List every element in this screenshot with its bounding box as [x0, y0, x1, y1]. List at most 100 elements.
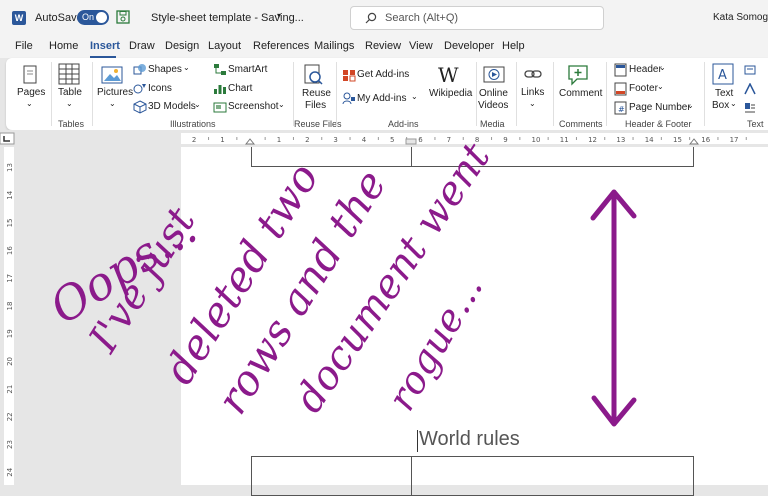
links-button[interactable]: Links	[521, 87, 544, 98]
menu-layout[interactable]: Layout	[208, 40, 241, 52]
pages-button[interactable]: Pages	[17, 87, 45, 98]
screenshot-icon	[213, 102, 227, 113]
pictures-chevron-down-icon[interactable]: ⌄	[109, 99, 116, 108]
table-cell[interactable]	[251, 456, 412, 496]
vertical-ruler-number: 15	[6, 218, 14, 227]
page-number-button[interactable]: Page Number	[629, 102, 691, 113]
ruler-number: 13	[616, 136, 625, 144]
text-box-chevron-down-icon[interactable]: ⌄	[730, 99, 737, 108]
user-name[interactable]: Kata Somogyi	[713, 12, 768, 23]
links-chevron-down-icon[interactable]: ⌄	[529, 99, 536, 108]
toggle-knob	[96, 12, 107, 23]
autosave-label: AutoSave	[35, 12, 83, 24]
screenshot-button[interactable]: Screenshot	[228, 101, 279, 112]
svg-text:#: #	[618, 105, 625, 114]
comment-icon	[568, 65, 588, 86]
menu-home[interactable]: Home	[49, 40, 78, 52]
menu-bar: File Home Insert Draw Design Layout Refe…	[0, 36, 768, 58]
menu-view[interactable]: View	[409, 40, 433, 52]
menu-references[interactable]: References	[253, 40, 309, 52]
search-box[interactable]: Search (Alt+Q)	[350, 6, 604, 30]
online-videos-icon	[483, 66, 505, 83]
group-label-tables: Tables	[58, 119, 85, 129]
get-addins-button[interactable]: Get Add-ins	[357, 69, 409, 80]
ruler-number: 8	[475, 136, 479, 144]
group-label-addins: Add-ins	[388, 119, 419, 129]
ruler-number: 4	[362, 136, 367, 144]
shapes-button[interactable]: Shapes	[148, 64, 182, 75]
get-addins-icon	[343, 70, 356, 82]
reuse-files-icon	[304, 64, 323, 85]
ruler-number: 6	[418, 136, 423, 144]
3d-models-button[interactable]: 3D Models	[148, 101, 196, 112]
reuse-files-label-2[interactable]: Files	[305, 100, 326, 111]
ruler-number: 7	[447, 136, 451, 144]
header-chevron-down-icon[interactable]: ⌄	[659, 63, 666, 72]
wikipedia-icon: W	[438, 63, 459, 87]
document-heading[interactable]: World rules	[419, 428, 520, 451]
menu-help[interactable]: Help	[502, 40, 525, 52]
word-app-icon[interactable]: W	[12, 11, 26, 25]
search-placeholder: Search (Alt+Q)	[385, 12, 459, 24]
table-chevron-down-icon[interactable]: ⌄	[66, 99, 73, 108]
menu-insert[interactable]: Insert	[90, 40, 120, 52]
ruler-number: 1	[220, 136, 224, 144]
my-addins-button[interactable]: My Add-ins	[357, 93, 406, 104]
chart-button[interactable]: Chart	[228, 83, 252, 94]
menu-developer[interactable]: Developer	[444, 40, 494, 52]
vertical-ruler-number: 21	[6, 385, 14, 394]
vertical-ruler-number: 19	[6, 329, 14, 338]
ribbon-separator	[476, 62, 477, 126]
online-videos-label-2[interactable]: Videos	[478, 100, 508, 111]
text-box-icon: A	[712, 63, 734, 85]
wikipedia-button[interactable]: Wikipedia	[429, 88, 472, 99]
autosave-toggle[interactable]: On	[77, 10, 109, 25]
ruler-number: 2	[192, 136, 196, 144]
table-cell[interactable]	[411, 456, 694, 496]
vertical-ruler-number: 24	[6, 467, 14, 476]
vertical-ruler-number: 16	[6, 246, 14, 255]
3d-models-chevron-down-icon[interactable]: ⌄	[194, 100, 201, 109]
ruler-scale: 2 1 1 2 3 4 5 6 7 8 9 10 11 12 13 14 15 16 17	[0, 132, 768, 145]
shapes-chevron-down-icon[interactable]: ⌄	[183, 63, 190, 72]
page-number-chevron-down-icon[interactable]: ⌄	[687, 101, 694, 110]
vertical-ruler[interactable]: 13 14 15 16 17 18 19 20 21 22 23 24	[0, 147, 17, 485]
table-icon	[58, 63, 80, 85]
table-button[interactable]: Table	[58, 87, 82, 98]
menu-review[interactable]: Review	[365, 40, 401, 52]
group-label-comments: Comments	[559, 119, 603, 129]
ruler-number: 15	[673, 136, 682, 144]
menu-mailings[interactable]: Mailings	[314, 40, 354, 52]
pages-chevron-down-icon[interactable]: ⌄	[26, 99, 33, 108]
reuse-files-label-1[interactable]: Reuse	[302, 88, 331, 99]
comment-button[interactable]: Comment	[559, 88, 602, 99]
text-box-label-2[interactable]: Box	[712, 100, 729, 111]
wordart-icon[interactable]	[744, 83, 756, 95]
screenshot-chevron-down-icon[interactable]: ⌄	[278, 100, 285, 109]
footer-button[interactable]: Footer	[629, 83, 658, 94]
title-bar: W AutoSave On Style-sheet template - Sav…	[0, 0, 768, 36]
horizontal-ruler[interactable]: 2 1 1 2 3 4 5 6 7 8 9 10 11 12 13 14 15 16 17	[0, 130, 768, 147]
menu-file[interactable]: File	[15, 40, 33, 52]
menu-design[interactable]: Design	[165, 40, 199, 52]
my-addins-chevron-down-icon[interactable]: ⌄	[411, 92, 418, 101]
icons-icon	[133, 84, 146, 94]
icons-button[interactable]: Icons	[148, 83, 172, 94]
smartart-button[interactable]: SmartArt	[228, 64, 267, 75]
menu-draw[interactable]: Draw	[129, 40, 155, 52]
header-button[interactable]: Header	[629, 64, 662, 75]
dropcap-icon[interactable]	[744, 102, 756, 114]
pictures-button[interactable]: Pictures	[97, 87, 133, 98]
footer-chevron-down-icon[interactable]: ⌄	[657, 82, 664, 91]
vertical-ruler-number: 13	[6, 163, 14, 172]
online-videos-label-1[interactable]: Online	[479, 88, 508, 99]
title-chevron-down-icon[interactable]: ▾	[277, 11, 281, 20]
header-icon	[614, 63, 627, 77]
quick-parts-icon[interactable]	[744, 64, 756, 76]
ribbon-separator	[606, 62, 607, 126]
save-icon[interactable]	[116, 10, 130, 24]
vertical-ruler-scale: 13 14 15 16 17 18 19 20 21 22 23 24	[6, 163, 14, 477]
ruler-number: 10	[532, 136, 541, 144]
text-box-label-1[interactable]: Text	[715, 88, 733, 99]
table-cell[interactable]	[251, 147, 412, 167]
